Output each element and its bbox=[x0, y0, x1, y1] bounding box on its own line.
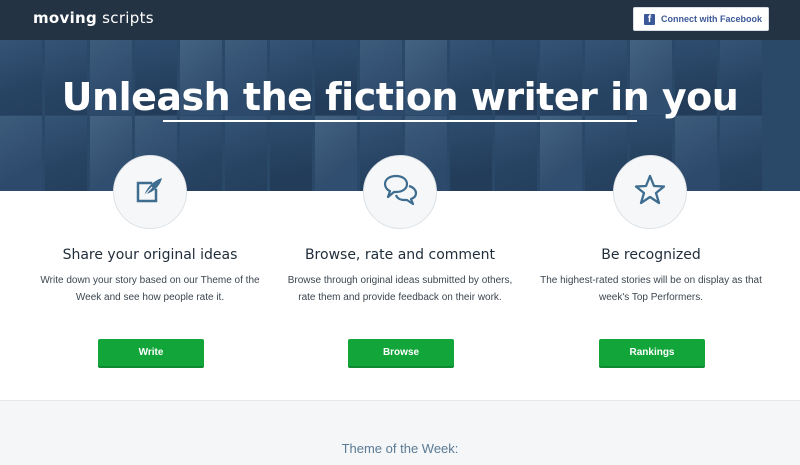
feature-description-recognized: The highest-rated stories will be on dis… bbox=[540, 275, 762, 303]
rankings-button[interactable]: Rankings bbox=[599, 339, 705, 368]
hero-title: Unleash the fiction writer in you bbox=[61, 75, 739, 119]
feature-icon-circle-browse bbox=[363, 155, 437, 229]
write-button[interactable]: Write bbox=[98, 339, 204, 368]
feature-description-share: Write down your story based on our Theme… bbox=[40, 275, 260, 303]
quill-icon bbox=[133, 173, 167, 212]
feature-title-recognized: Be recognized bbox=[601, 247, 701, 263]
browse-button[interactable]: Browse bbox=[348, 339, 454, 368]
feature-title-share: Share your original ideas bbox=[62, 247, 238, 263]
feature-icon-circle-rankings bbox=[613, 155, 687, 229]
chat-bubbles-icon bbox=[381, 173, 419, 212]
facebook-icon: f bbox=[644, 13, 655, 25]
connect-facebook-label: Connect with Facebook bbox=[661, 14, 763, 24]
feature-title-browse: Browse, rate and comment bbox=[304, 247, 496, 263]
feature-description-browse: Browse through original ideas submitted … bbox=[287, 275, 513, 303]
feature-icon-circle-write bbox=[113, 155, 187, 229]
logo-text-scripts: scripts bbox=[102, 9, 154, 27]
connect-facebook-button[interactable]: f Connect with Facebook bbox=[633, 7, 769, 31]
theme-of-the-week-heading: Theme of the Week: bbox=[341, 441, 459, 456]
star-icon bbox=[633, 173, 667, 212]
hero-underline bbox=[163, 120, 637, 122]
theme-of-the-week-section: Theme of the Week: bbox=[0, 400, 800, 465]
top-navigation-bar: moving scripts f Connect with Facebook bbox=[0, 0, 800, 40]
logo-text-moving: moving bbox=[33, 9, 98, 27]
site-logo[interactable]: moving scripts bbox=[33, 9, 154, 27]
